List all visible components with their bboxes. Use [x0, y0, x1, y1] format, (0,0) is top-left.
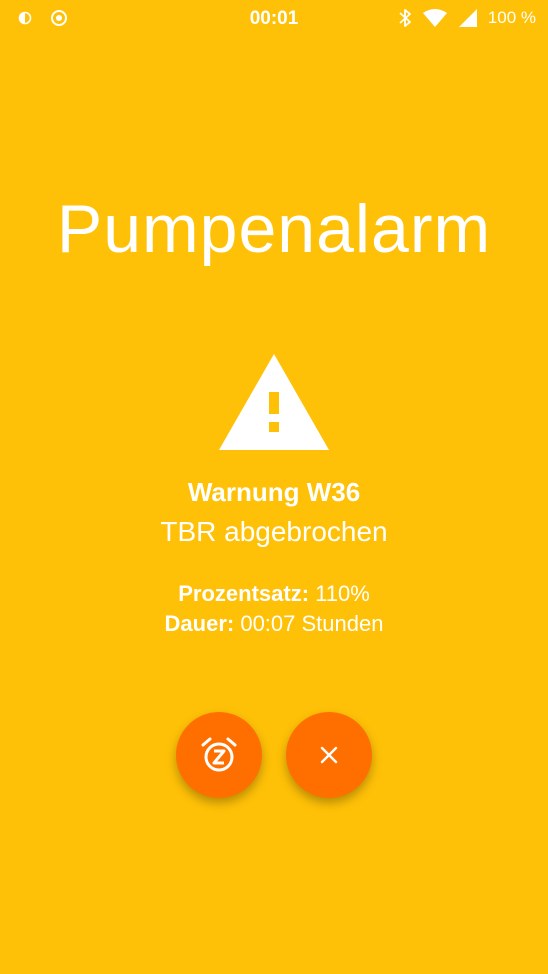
snooze-alarm-icon	[201, 737, 237, 772]
wifi-icon	[422, 9, 447, 27]
warning-triangle-icon	[219, 354, 329, 450]
bluetooth-icon	[399, 9, 411, 27]
detail-value: 00:07 Stunden	[234, 611, 384, 636]
warning-description: TBR abgebrochen	[160, 516, 388, 547]
detail-label: Prozentsatz:	[178, 581, 310, 606]
close-icon	[320, 746, 338, 764]
detail-value: 110%	[309, 581, 370, 606]
detail-percentage: Prozentsatz: 110%	[0, 581, 548, 607]
status-bar: 00:01 100 %	[0, 0, 548, 38]
cell-signal-icon	[458, 9, 477, 27]
alarm-title: Pumpenalarm	[56, 191, 492, 267]
detail-label: Dauer:	[164, 611, 235, 636]
warning-code: Warnung W36	[187, 477, 361, 507]
dismiss-button[interactable]	[286, 712, 372, 798]
battery-percent: 100 %	[487, 8, 536, 27]
detail-duration: Dauer: 00:07 Stunden	[0, 611, 548, 637]
snooze-button[interactable]	[176, 712, 262, 798]
